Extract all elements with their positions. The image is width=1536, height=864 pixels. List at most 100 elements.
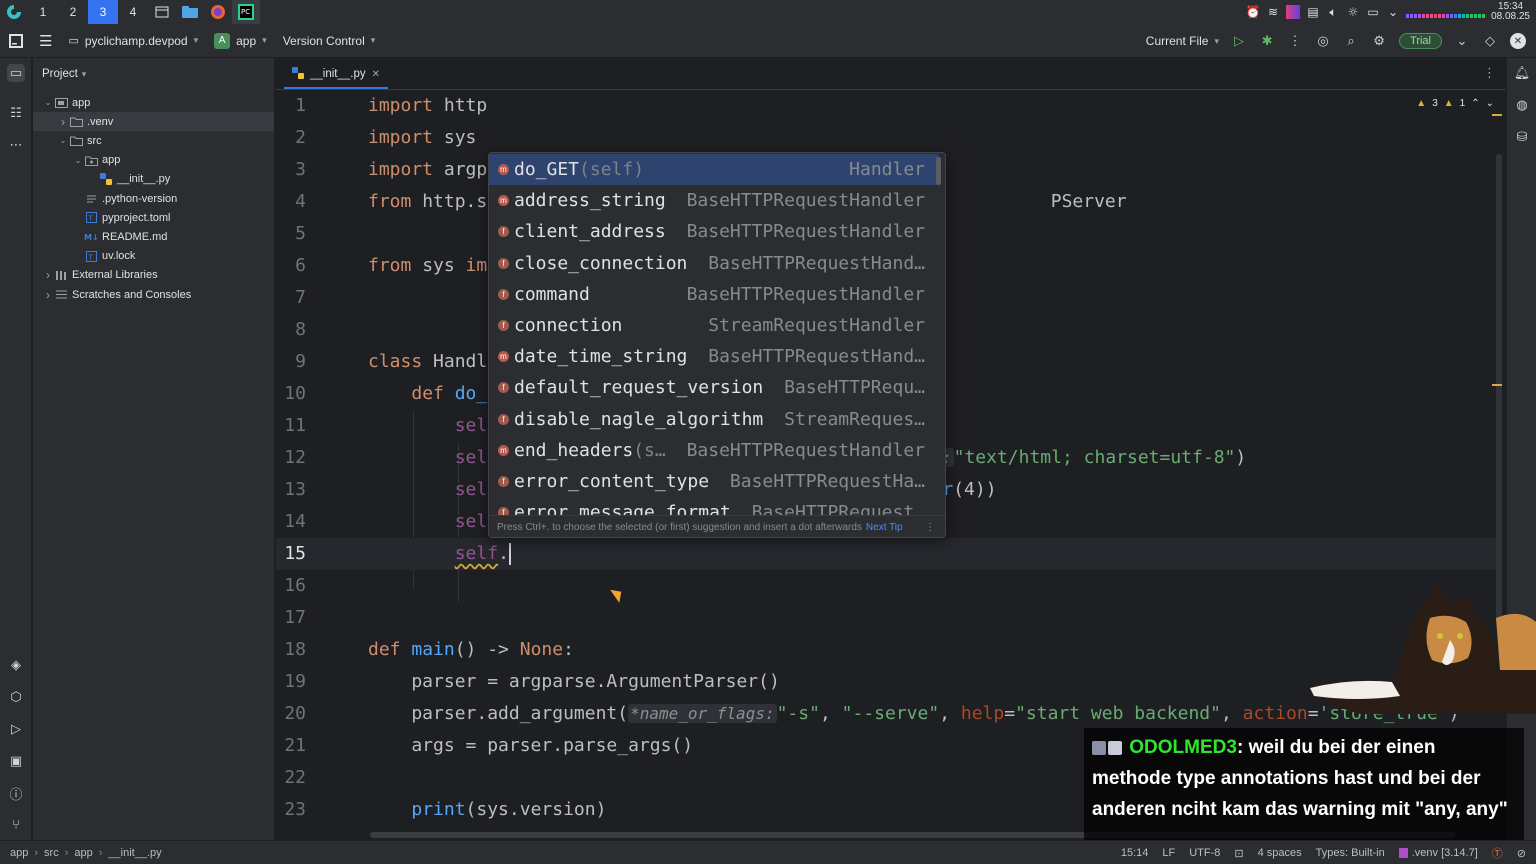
close-icon[interactable]: ✕ — [372, 69, 380, 80]
distro-logo-icon[interactable] — [0, 0, 28, 24]
line-number[interactable]: 2 — [276, 122, 306, 154]
problems-icon[interactable]: ⓘ — [7, 784, 25, 803]
brightness-icon[interactable]: ☼ — [1346, 5, 1360, 19]
completion-item[interactable]: f close_connection BaseHTTPRequestHand… — [489, 248, 939, 279]
workspace-button[interactable]: 3 — [88, 0, 118, 24]
completion-item[interactable]: f default_request_version BaseHTTPRequ… — [489, 372, 939, 403]
close-icon[interactable]: ✕ — [1510, 33, 1526, 49]
chevron-right-icon[interactable]: › — [42, 288, 54, 302]
tree-item[interactable]: ⌄ app — [33, 151, 274, 170]
more-vertical-icon[interactable]: ⋮ — [925, 522, 935, 533]
line-number[interactable]: 11 — [276, 410, 306, 442]
database-icon[interactable]: ⛁ — [1513, 128, 1531, 146]
notifications-bell-icon[interactable]: 🔔︎ — [1513, 64, 1531, 82]
more-vertical-icon[interactable]: ⋮ — [1483, 66, 1496, 81]
vertical-scrollbar[interactable] — [1496, 154, 1502, 624]
type-checker[interactable]: Types: Built-in — [1316, 847, 1385, 859]
ai-chat-icon[interactable]: ◍ — [1513, 96, 1531, 114]
interpreter-selector[interactable]: .venv [3.14.7] — [1398, 847, 1478, 859]
line-number[interactable]: 3 — [276, 154, 306, 186]
line-number[interactable]: 22 — [276, 762, 306, 794]
workspace-button[interactable]: 1 — [28, 0, 58, 24]
line-number[interactable]: 9 — [276, 346, 306, 378]
trial-badge[interactable]: Trial — [1399, 33, 1442, 49]
tree-item[interactable]: ⌄ app — [33, 93, 274, 112]
structure-icon[interactable]: ☷ — [7, 104, 25, 122]
more-horizontal-icon[interactable]: ⋯ — [7, 136, 25, 154]
display-icon[interactable]: ▭ — [1366, 5, 1380, 19]
diamond-icon[interactable]: ◇ — [1482, 33, 1498, 49]
run-config-selector[interactable]: Current File ▾ — [1146, 24, 1219, 58]
pycharm-icon[interactable]: PC — [232, 0, 260, 24]
main-menu-button[interactable]: ☰ — [31, 24, 60, 58]
line-number[interactable]: 16 — [276, 570, 306, 602]
completion-item[interactable]: f client_address BaseHTTPRequestHandler — [489, 216, 939, 247]
tree-item[interactable]: .python-version — [33, 189, 274, 208]
vcs-menu[interactable]: Version Control ▾ — [275, 24, 384, 58]
terminal-icon[interactable]: ▣ — [7, 752, 25, 770]
services-icon[interactable]: ⬡ — [7, 688, 25, 706]
line-number[interactable]: 15 — [276, 538, 306, 570]
file-manager-icon[interactable] — [176, 0, 204, 24]
line-number[interactable]: 21 — [276, 730, 306, 762]
line-number[interactable]: 14 — [276, 506, 306, 538]
lock-icon[interactable]: ⊘ — [1517, 847, 1526, 860]
line-number[interactable]: 12 — [276, 442, 306, 474]
tree-item[interactable]: › Scratches and Consoles — [33, 285, 274, 304]
line-number[interactable]: 4 — [276, 186, 306, 218]
volume-icon[interactable]: 🔈︎ — [1326, 5, 1340, 19]
line-number[interactable]: 20 — [276, 698, 306, 730]
caret-position[interactable]: 15:14 — [1121, 847, 1149, 859]
line-number[interactable]: 6 — [276, 250, 306, 282]
gear-icon[interactable]: ⚙ — [1371, 33, 1387, 49]
workspace-button[interactable]: 2 — [58, 0, 88, 24]
code-line[interactable]: 15 self. — [276, 538, 1498, 570]
readonly-toggle-icon[interactable]: ⊡ — [1234, 847, 1243, 860]
breadcrumb-item[interactable]: __init__.py — [108, 847, 161, 859]
tree-item[interactable]: Tuv.lock — [33, 247, 274, 266]
completion-item[interactable]: f disable_nagle_algorithm StreamReques… — [489, 404, 939, 435]
clock[interactable]: 15:34 08.08.25 — [1491, 2, 1530, 22]
project-switcher[interactable]: ▭ pyclichamp.devpod ▾ — [60, 24, 206, 58]
project-panel-header[interactable]: Project ▾ — [33, 58, 274, 90]
code-line[interactable]: 1 import http — [276, 90, 1498, 122]
line-number[interactable]: 5 — [276, 218, 306, 250]
line-number[interactable]: 13 — [276, 474, 306, 506]
chevron-down-icon[interactable]: ⌄ — [1454, 33, 1470, 49]
breadcrumb-item[interactable]: app — [10, 847, 28, 859]
project-folder-icon[interactable]: ▭ — [7, 64, 25, 82]
completion-item[interactable]: f command BaseHTTPRequestHandler — [489, 279, 939, 310]
search-icon[interactable]: ⌕ — [1343, 33, 1359, 49]
run-tool-icon[interactable]: ▷ — [7, 720, 25, 738]
chevron-down-icon[interactable]: ⌄ — [1386, 5, 1400, 19]
completion-item[interactable]: m address_string BaseHTTPRequestHandler — [489, 185, 939, 216]
chevron-down-icon[interactable]: ⌄ — [72, 156, 84, 165]
line-number[interactable]: 19 — [276, 666, 306, 698]
tree-item[interactable]: __init__.py — [33, 170, 274, 189]
more-vertical-icon[interactable]: ⋮ — [1287, 33, 1303, 49]
tree-item[interactable]: › .venv — [33, 112, 274, 132]
line-separator[interactable]: LF — [1162, 847, 1175, 859]
completion-item[interactable]: m date_time_string BaseHTTPRequestHand… — [489, 341, 939, 372]
chevron-right-icon[interactable]: › — [42, 268, 54, 282]
completion-item[interactable]: f connection StreamRequestHandler — [489, 310, 939, 341]
firefox-icon[interactable] — [204, 0, 232, 24]
bell-alarm-icon[interactable]: ⏰ — [1246, 5, 1261, 19]
indent-setting[interactable]: 4 spaces — [1258, 847, 1302, 859]
network-wave-icon[interactable]: ≋ — [1266, 5, 1280, 19]
tab-init-py[interactable]: __init__.py ✕ — [284, 61, 389, 89]
line-number[interactable]: 17 — [276, 602, 306, 634]
tree-item[interactable]: ⌄ src — [33, 131, 274, 150]
tree-item[interactable]: Tpyproject.toml — [33, 208, 274, 227]
tree-item[interactable]: › External Libraries — [33, 266, 274, 285]
completion-item[interactable]: m end_headers(s… BaseHTTPRequestHandler — [489, 435, 939, 466]
clipboard-icon[interactable]: ▤ — [1306, 5, 1320, 19]
chevron-down-icon[interactable]: ⌄ — [57, 136, 69, 145]
completion-item[interactable]: m do_GET(self) Handler — [489, 154, 939, 185]
template-toml-icon[interactable]: Ⓣ — [1492, 845, 1503, 861]
breadcrumb-item[interactable]: app — [74, 847, 92, 859]
line-number[interactable]: 18 — [276, 634, 306, 666]
tree-item[interactable]: M↓ README.md — [33, 227, 274, 246]
workspace-button[interactable]: 4 — [118, 0, 148, 24]
breadcrumb-item[interactable]: src — [44, 847, 59, 859]
